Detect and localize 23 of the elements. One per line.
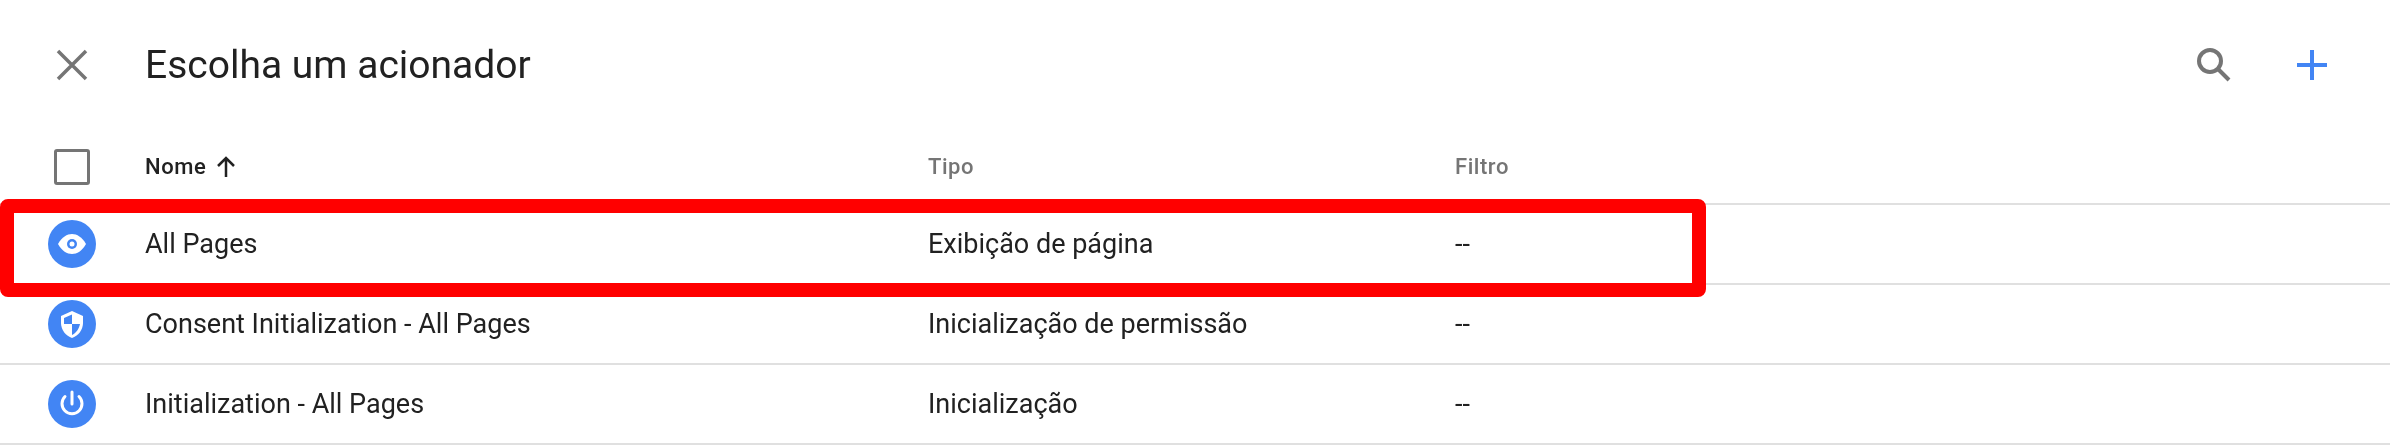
table-row[interactable]: All Pages Exibição de página -- xyxy=(0,205,2390,285)
trigger-filter: -- xyxy=(1455,226,1470,262)
power-icon xyxy=(48,380,96,428)
column-header[interactable]: Filtro xyxy=(1455,150,1509,183)
select-all-checkbox[interactable] xyxy=(54,148,90,185)
close-icon xyxy=(56,49,88,81)
search-icon xyxy=(2196,47,2232,83)
table-row[interactable]: Initialization - All Pages Inicialização -- xyxy=(0,365,2390,445)
trigger-name: Initialization - All Pages xyxy=(145,386,425,422)
trigger-name: Consent Initialization - All Pages xyxy=(145,306,531,342)
trigger-filter: -- xyxy=(1455,386,1470,422)
trigger-type: Inicialização xyxy=(928,386,1078,422)
trigger-name: All Pages xyxy=(145,226,258,262)
plus-icon xyxy=(2297,50,2327,80)
trigger-type: Inicialização de permissão xyxy=(928,306,1248,342)
column-header[interactable]: Tipo xyxy=(928,150,975,183)
trigger-type: Exibição de página xyxy=(928,226,1154,262)
dialog-title: Escolha um acionador xyxy=(145,40,531,90)
trigger-filter: -- xyxy=(1455,306,1470,342)
shield-icon xyxy=(48,300,96,348)
table-row[interactable]: Consent Initialization - All Pages Inicialização de permissão -- xyxy=(0,285,2390,365)
column-header[interactable]: Nome xyxy=(145,150,207,183)
eye-icon xyxy=(48,220,96,268)
